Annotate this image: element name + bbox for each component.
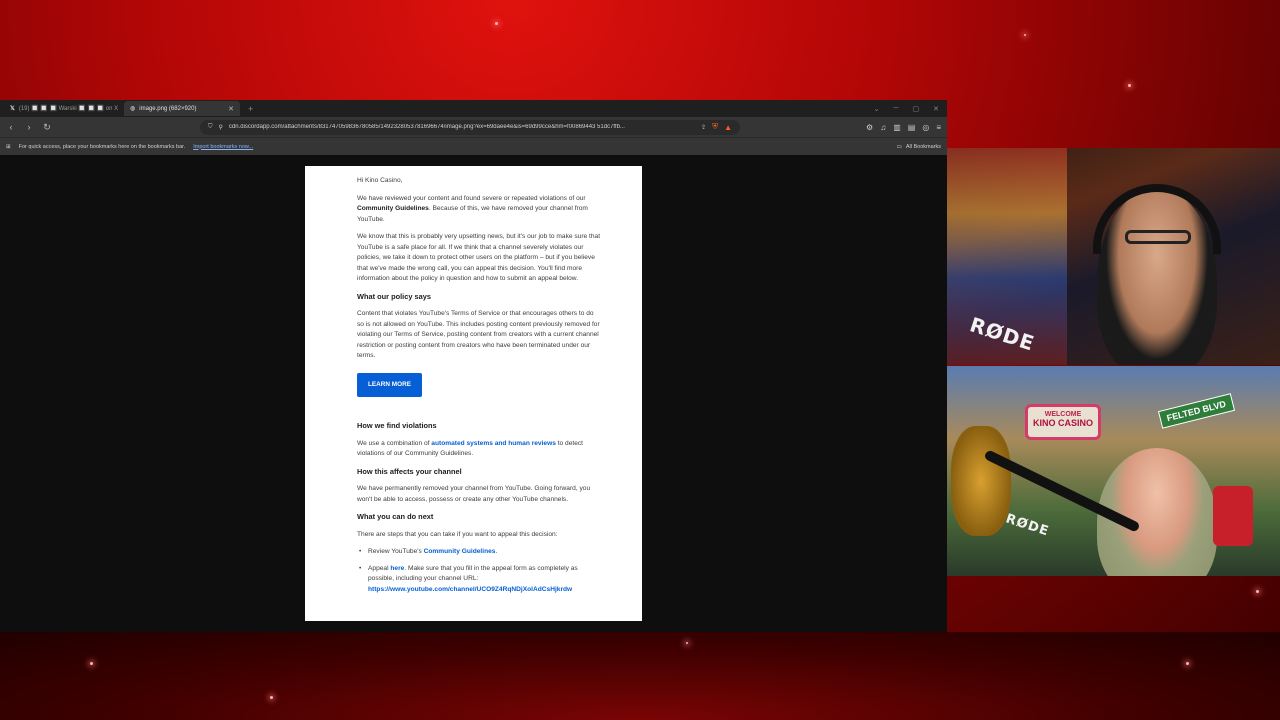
heading-affects: How this affects your channel xyxy=(357,466,462,476)
youtube-termination-email: Hi Kino Casino, We have reviewed your co… xyxy=(305,166,642,621)
forward-icon[interactable]: › xyxy=(24,122,34,132)
site-info-icon[interactable]: ⚲ xyxy=(219,124,223,131)
bookmarks-bar: ⊞ For quick access, place your bookmarks… xyxy=(0,137,947,155)
brave-rewards-icon[interactable]: ▲ xyxy=(724,123,732,132)
webcam-host-2: WELCOME KINO CASINO FELTED BLVD RØDE xyxy=(947,366,1280,576)
address-bar[interactable]: ⛉ ⚲ cdn.discordapp.com/attachments/83174… xyxy=(200,119,740,135)
welcome-sign: WELCOME KINO CASINO xyxy=(1025,404,1101,440)
background-sparkle xyxy=(1186,662,1189,665)
browser-window: 𝕏 (19) 🔲 🔲 🔲 Warski 🔲 🔲 🔲 on X ◍ image.p… xyxy=(0,100,947,632)
background-sparkle xyxy=(1128,84,1131,87)
background-sparkle xyxy=(270,696,273,699)
tab-label: image.png (682×920) xyxy=(139,105,197,112)
bottom-background xyxy=(0,632,1280,720)
share-icon[interactable]: ⇪ xyxy=(701,124,706,131)
paragraph-affects: We have permanently removed your channel… xyxy=(357,485,591,503)
reload-icon[interactable]: ↻ xyxy=(42,122,52,133)
appeal-here-link[interactable]: here xyxy=(390,565,404,572)
new-tab-button[interactable]: + xyxy=(248,104,253,114)
sign-kino-casino-text: KINO CASINO xyxy=(1032,418,1093,428)
tab-search-icon[interactable]: ⌄ xyxy=(874,105,880,113)
webcam-host-1: RØDE xyxy=(947,148,1280,365)
apps-grid-icon[interactable]: ⊞ xyxy=(6,144,11,150)
text: Appeal xyxy=(368,564,391,572)
heading-find: How we find violations xyxy=(357,421,437,430)
all-bookmarks-label: All Bookmarks xyxy=(905,143,941,150)
lion-statue xyxy=(951,426,1011,536)
page-viewport: Hi Kino Casino, We have reviewed your co… xyxy=(0,156,947,632)
x-logo-icon: 𝕏 xyxy=(10,106,15,112)
channel-url-link[interactable]: https://www.youtube.com/channel/UCO9Z4Rq… xyxy=(368,586,572,593)
glasses-icon xyxy=(1125,230,1191,244)
bookmarks-hint: For quick access, place your bookmarks h… xyxy=(18,143,186,150)
heading-policy: What our policy says xyxy=(357,291,431,301)
globe-icon: ◍ xyxy=(130,106,136,112)
bookmark-icon[interactable]: ⛉ xyxy=(208,124,213,131)
tab-image[interactable]: ◍ image.png (682×920) ✕ xyxy=(124,101,240,116)
back-icon[interactable]: ‹ xyxy=(6,122,16,132)
background-sparkle xyxy=(1256,590,1259,593)
background-sparkle xyxy=(1024,34,1026,36)
tab-bar: 𝕏 (19) 🔲 🔲 🔲 Warski 🔲 🔲 🔲 on X ◍ image.p… xyxy=(0,100,947,117)
media-icon[interactable]: ♫ xyxy=(880,123,886,132)
automated-systems-link[interactable]: automated systems and human reviews xyxy=(431,440,556,447)
import-bookmarks-link[interactable]: Import bookmarks now... xyxy=(193,144,253,150)
close-tab-icon[interactable]: ✕ xyxy=(228,105,234,113)
paragraph-upsetting: We know that this is probably very upset… xyxy=(357,233,601,282)
text: Review YouTube's xyxy=(368,548,424,555)
paragraph-next: There are steps that you can take if you… xyxy=(357,530,558,538)
learn-more-button[interactable]: LEARN MORE xyxy=(357,372,422,397)
street-sign: FELTED BLVD xyxy=(1158,393,1236,429)
folder-icon: ▭ xyxy=(896,143,902,150)
url-text[interactable]: cdn.discordapp.com/attachments/831747059… xyxy=(229,124,695,130)
all-bookmarks-button[interactable]: ▭ All Bookmarks xyxy=(897,144,941,150)
background-sparkle xyxy=(686,642,688,644)
next-steps-list: Review YouTube's Community Guidelines. A… xyxy=(357,547,602,595)
tab-label: (19) 🔲 🔲 🔲 Warski 🔲 🔲 🔲 on X xyxy=(18,106,119,112)
text: We have reviewed your content and found … xyxy=(357,194,586,202)
community-guidelines-link[interactable]: Community Guidelines xyxy=(424,548,496,555)
tab-x-post[interactable]: 𝕏 (19) 🔲 🔲 🔲 Warski 🔲 🔲 🔲 on X xyxy=(4,101,120,116)
mic-brand-label: RØDE xyxy=(1003,511,1051,540)
extension-icon[interactable]: ⚙ xyxy=(866,123,873,132)
list-item: Review YouTube's Community Guidelines. xyxy=(357,547,602,558)
greeting: Hi Kino Casino, xyxy=(357,177,403,184)
toolbar-icons: ⚙ ♫ ▥ ▤ ◎ ≡ xyxy=(866,123,941,132)
list-item: Appeal here. Make sure that you fill in … xyxy=(357,564,602,596)
vpn-icon[interactable]: ◎ xyxy=(922,123,929,132)
heading-next: What you can do next xyxy=(357,512,434,521)
paragraph-policy: Content that violates YouTube's Terms of… xyxy=(357,310,600,359)
window-controls: ⌄ ─ ▢ ✕ xyxy=(874,105,947,113)
text: . xyxy=(495,548,498,555)
menu-icon[interactable]: ≡ xyxy=(936,123,941,132)
community-guidelines-bold: Community Guidelines xyxy=(357,205,429,212)
text: We use a combination of xyxy=(357,439,432,447)
browser-toolbar: ‹ › ↻ ⛉ ⚲ cdn.discordapp.com/attachments… xyxy=(0,117,947,137)
paragraph-review: We have reviewed your content and found … xyxy=(357,194,602,226)
sidebar-icon[interactable]: ▥ xyxy=(893,123,901,132)
maximize-icon[interactable]: ▢ xyxy=(913,105,920,113)
minimize-icon[interactable]: ─ xyxy=(894,105,899,113)
background-sparkle xyxy=(90,662,93,665)
red-chair xyxy=(1213,486,1253,546)
paragraph-find: We use a combination of automated system… xyxy=(357,439,602,460)
brave-shield-icon[interactable]: ⛨ xyxy=(712,122,718,132)
close-window-icon[interactable]: ✕ xyxy=(933,105,939,113)
background-sparkle xyxy=(495,22,498,25)
wallet-icon[interactable]: ▤ xyxy=(908,123,916,132)
